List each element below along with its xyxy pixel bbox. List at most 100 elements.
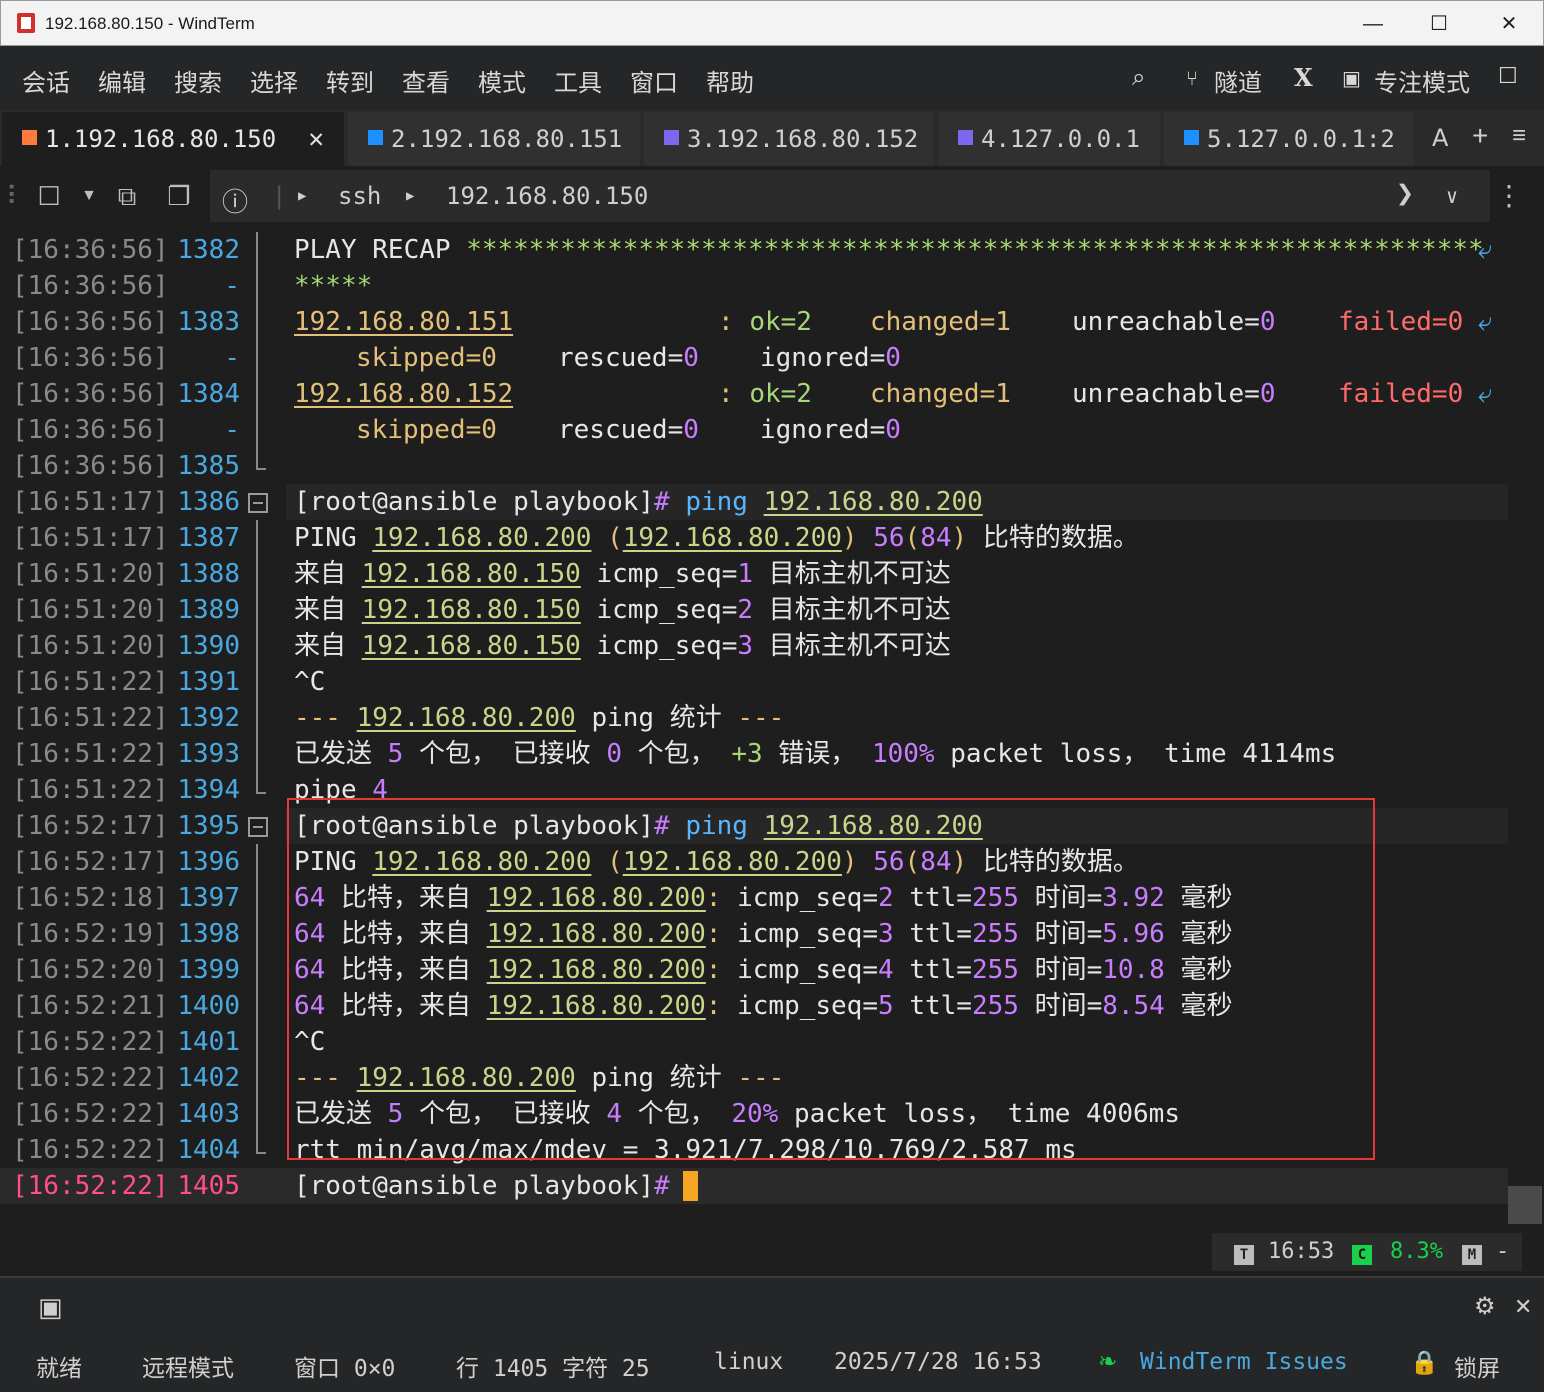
- wrap-icon: ⤶: [1478, 235, 1493, 265]
- windterm-logo-icon: [17, 13, 35, 33]
- fold-guide: [248, 916, 268, 952]
- line-number: 1401: [177, 1027, 240, 1057]
- gear-icon[interactable]: ⚙: [1474, 1292, 1496, 1321]
- menu-window[interactable]: 窗口: [630, 63, 678, 98]
- close-tab-icon[interactable]: ✕: [308, 112, 324, 166]
- focus-icon[interactable]: ▣: [1342, 66, 1361, 90]
- tab-session-1[interactable]: 1.192.168.80.150 ✕: [2, 112, 344, 166]
- issues-link[interactable]: WindTerm Issues: [1140, 1349, 1348, 1375]
- line-number: 1405: [177, 1171, 240, 1201]
- tab-color-icon: [958, 130, 973, 145]
- lock-icon[interactable]: 🔒: [1410, 1349, 1439, 1376]
- line-number: 1399: [177, 955, 240, 985]
- info-icon[interactable]: ⓘ: [222, 182, 248, 219]
- fold-guide: [248, 268, 268, 304]
- line-number: 1382: [177, 235, 240, 265]
- line-number: 1385: [177, 451, 240, 481]
- fold-toggle-icon[interactable]: [248, 808, 268, 844]
- windterm-bug-icon: ❧: [1098, 1349, 1118, 1375]
- menu-view[interactable]: 查看: [402, 63, 450, 98]
- x-button[interactable]: X: [1294, 63, 1313, 92]
- cpu-icon: C: [1352, 1245, 1372, 1265]
- tunnel-icon[interactable]: ⑂: [1186, 66, 1198, 90]
- terminal-line: [16:36:56] - skipped=0 rescued=0 ignored…: [0, 412, 1544, 448]
- terminal-line: [16:36:56] 1385: [0, 448, 1544, 484]
- menu-search[interactable]: 搜索: [174, 63, 222, 98]
- tab-label: 3.192.168.80.152: [687, 125, 919, 153]
- maximize-button[interactable]: ☐: [1419, 7, 1459, 41]
- terminal-line: [16:51:20] 1390 来自 192.168.80.150 icmp_s…: [0, 628, 1544, 664]
- address-bar[interactable]: ⓘ | ▶ ssh ▶ 192.168.80.150 ❯ ∨: [210, 170, 1490, 222]
- timestamp: [16:51:20]: [12, 559, 169, 589]
- minimize-button[interactable]: —: [1353, 7, 1393, 41]
- line-text: 已发送 5 个包， 已接收 0 个包， +3 错误， 100% packet l…: [294, 739, 1337, 769]
- tab-label: 5.127.0.0.1:2: [1207, 125, 1395, 153]
- timestamp: [16:51:20]: [12, 595, 169, 625]
- grip-icon[interactable]: ⠇: [6, 180, 25, 212]
- terminal-line: [16:51:17] 1387 PING 192.168.80.200 (192…: [0, 520, 1544, 556]
- clock-value: 16:53: [1268, 1239, 1335, 1264]
- fold-guide: [248, 988, 268, 1024]
- time-icon: T: [1234, 1245, 1254, 1265]
- fold-guide: [248, 376, 268, 412]
- focus-mode-button[interactable]: 专注模式: [1374, 63, 1470, 98]
- menu-session[interactable]: 会话: [22, 63, 70, 98]
- status-remote-mode[interactable]: 远程模式: [142, 1349, 234, 1383]
- fold-end: [248, 1132, 268, 1168]
- close-button[interactable]: ✕: [1489, 7, 1529, 41]
- timestamp: [16:51:20]: [12, 631, 169, 661]
- chevron-down-icon[interactable]: ▼: [74, 180, 104, 212]
- fold-guide: [248, 1060, 268, 1096]
- more-icon[interactable]: ⋮: [1494, 180, 1524, 212]
- tab-font-button[interactable]: A: [1432, 124, 1448, 152]
- new-tab-button[interactable]: +: [1472, 120, 1488, 152]
- line-number: 1397: [177, 883, 240, 913]
- host-label[interactable]: 192.168.80.150: [446, 182, 648, 210]
- line-text: 192.168.80.152: [294, 379, 514, 409]
- chevron-down-icon[interactable]: ∨: [1446, 184, 1458, 208]
- tab-color-icon: [664, 130, 679, 145]
- protocol-label[interactable]: ssh: [338, 182, 381, 210]
- panel-icon[interactable]: ▣: [38, 1292, 63, 1323]
- timestamp: [16:52:22]: [12, 1171, 169, 1201]
- search-icon[interactable]: ⌕: [1132, 63, 1145, 91]
- duplicate-icon[interactable]: ❐: [164, 180, 194, 212]
- menu-tools[interactable]: 工具: [554, 63, 602, 98]
- line-number: 1390: [177, 631, 240, 661]
- timestamp: [16:51:22]: [12, 703, 169, 733]
- menu-select[interactable]: 选择: [250, 63, 298, 98]
- new-session-icon[interactable]: ☐: [34, 180, 64, 212]
- text-cursor: [683, 1171, 698, 1201]
- close-panel-icon[interactable]: ✕: [1514, 1294, 1532, 1320]
- tunnel-button[interactable]: 隧道: [1214, 63, 1262, 98]
- line-number: 1392: [177, 703, 240, 733]
- menu-edit[interactable]: 编辑: [98, 63, 146, 98]
- chevron-right-icon[interactable]: ❯: [1396, 176, 1414, 211]
- fold-guide: [248, 700, 268, 736]
- layout-icon[interactable]: ☐: [1498, 64, 1518, 89]
- fold-guide: [248, 844, 268, 880]
- tab-session-5[interactable]: 5.127.0.0.1:2: [1164, 112, 1414, 166]
- menu-mode[interactable]: 模式: [478, 63, 526, 98]
- terminal-line: [16:51:22] 1392 --- 192.168.80.200 ping …: [0, 700, 1544, 736]
- terminal-line: [16:36:56] 1383 192.168.80.151 : ok=2 ch…: [0, 304, 1544, 340]
- tab-menu-button[interactable]: ≡: [1512, 122, 1526, 150]
- memory-value: -: [1496, 1239, 1510, 1264]
- fold-toggle-icon[interactable]: [248, 484, 268, 520]
- timestamp: [16:36:56]: [12, 451, 169, 481]
- line-number: 1400: [177, 991, 240, 1021]
- line-number: 1404: [177, 1135, 240, 1165]
- terminal-line: [16:51:17] 1386 [root@ansible playbook]#…: [0, 484, 1544, 520]
- lock-screen-button[interactable]: 锁屏: [1454, 1349, 1500, 1383]
- menu-help[interactable]: 帮助: [706, 63, 754, 98]
- tab-session-3[interactable]: 3.192.168.80.152: [644, 112, 934, 166]
- tab-color-icon: [1184, 130, 1199, 145]
- line-text: [root@ansible playbook]#: [294, 1171, 670, 1201]
- scrollbar-thumb[interactable]: [1508, 1186, 1542, 1224]
- tab-session-2[interactable]: 2.192.168.80.151: [348, 112, 640, 166]
- status-cursor-position[interactable]: 行 1405 字符 25: [456, 1349, 650, 1383]
- tab-session-4[interactable]: 4.127.0.0.1: [938, 112, 1160, 166]
- menu-goto[interactable]: 转到: [326, 63, 374, 98]
- detach-icon[interactable]: ⧉: [112, 180, 142, 212]
- separator: |: [272, 182, 287, 210]
